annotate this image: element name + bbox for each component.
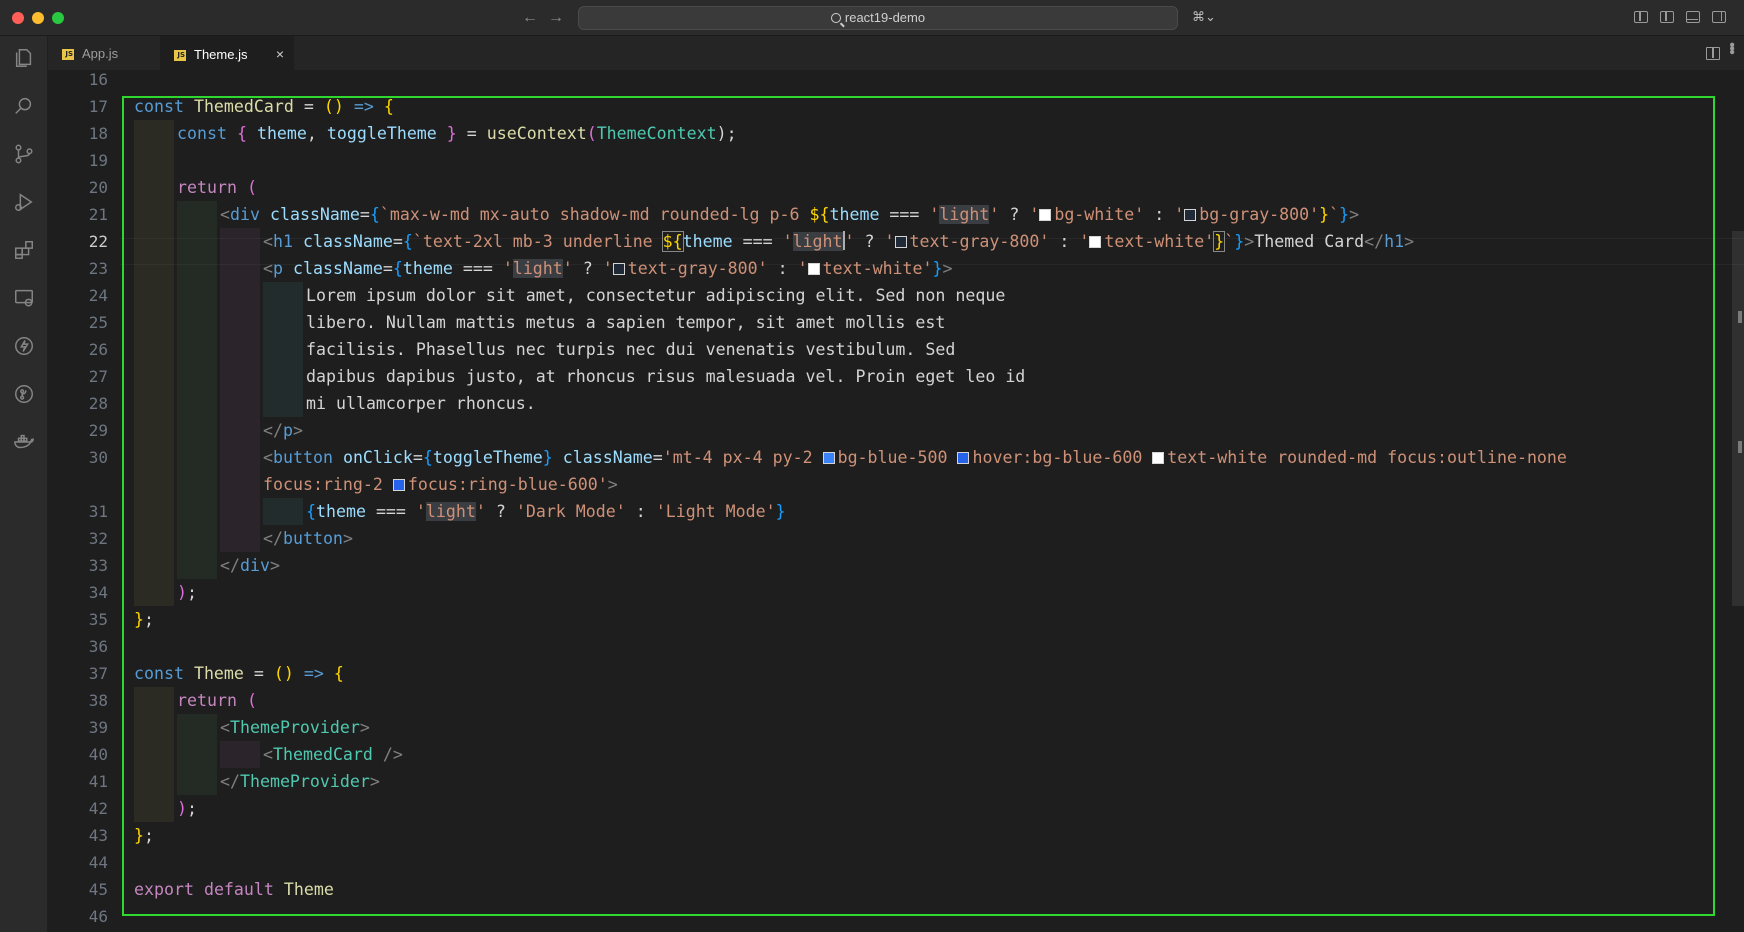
javascript-file-icon: JS: [62, 49, 74, 60]
more-actions-icon[interactable]: •••: [1722, 42, 1740, 53]
line-number: 17: [88, 97, 108, 116]
line-number: 36: [88, 637, 108, 656]
copilot-icon: ⌘: [1192, 9, 1205, 24]
line-number: 44: [88, 853, 108, 872]
command-center-search[interactable]: react19-demo: [578, 6, 1178, 30]
line-number: 43: [88, 826, 108, 845]
line-number: 23: [88, 259, 108, 278]
back-arrow-icon[interactable]: ←: [522, 8, 538, 28]
toggle-secondary-sidebar-icon[interactable]: [1712, 11, 1726, 23]
run-debug-icon[interactable]: [12, 190, 36, 214]
line-number: 28: [88, 394, 108, 413]
line-number: 42: [88, 799, 108, 818]
line-number: 20: [88, 178, 108, 197]
vertical-scrollbar[interactable]: [1732, 71, 1744, 932]
split-editor-icon[interactable]: [1706, 47, 1720, 60]
line-number: 25: [88, 313, 108, 332]
line-number: 16: [88, 71, 108, 89]
close-icon[interactable]: ×: [276, 37, 284, 72]
line-number: 19: [88, 151, 108, 170]
tab-label: Theme.js: [194, 47, 248, 62]
line-number: 24: [88, 286, 108, 305]
line-number: 33: [88, 556, 108, 575]
toggle-panel-icon[interactable]: [1686, 11, 1700, 23]
title-bar: ← → react19-demo ⌘⌄: [0, 0, 1744, 36]
overview-ruler-mark: [1738, 441, 1742, 453]
forward-arrow-icon[interactable]: →: [548, 8, 564, 28]
code-editor[interactable]: 16 17 18 19 20 21 22 23 24 25 26 27 28 29 30 31 32 33 34 35…: [48, 71, 1744, 932]
line-number: 18: [88, 124, 108, 143]
line-number: 30: [88, 448, 108, 467]
lightning-icon[interactable]: [12, 334, 36, 358]
highlight-annotation-box: [122, 96, 1715, 916]
line-number: 46: [88, 907, 108, 926]
line-number: 22: [88, 232, 108, 251]
line-number: 35: [88, 610, 108, 629]
docker-icon[interactable]: [12, 430, 36, 454]
tab-theme-js[interactable]: JS Theme.js ×: [160, 36, 294, 71]
maximize-window-button[interactable]: [52, 12, 64, 24]
search-icon[interactable]: [12, 94, 36, 118]
extensions-icon[interactable]: [12, 238, 36, 262]
line-number: 37: [88, 664, 108, 683]
remote-explorer-icon[interactable]: [12, 286, 36, 310]
line-number: 31: [88, 502, 108, 521]
explorer-icon[interactable]: [12, 46, 36, 70]
line-number: 40: [88, 745, 108, 764]
line-number: 29: [88, 421, 108, 440]
tab-app-js[interactable]: JS App.js: [48, 36, 160, 71]
customize-layout-icon[interactable]: [1634, 11, 1648, 23]
javascript-file-icon: JS: [174, 50, 186, 61]
line-number: 38: [88, 691, 108, 710]
search-text: react19-demo: [844, 10, 926, 25]
line-number: 34: [88, 583, 108, 602]
line-number: 21: [88, 205, 108, 224]
chevron-down-icon: ⌄: [1205, 9, 1216, 24]
tab-label: App.js: [82, 46, 119, 61]
toggle-primary-sidebar-icon[interactable]: [1660, 11, 1674, 23]
line-number: 32: [88, 529, 108, 548]
copilot-menu-button[interactable]: ⌘⌄: [1192, 9, 1216, 25]
overview-ruler-mark: [1738, 311, 1742, 323]
source-control-icon[interactable]: [12, 142, 36, 166]
line-number: 41: [88, 772, 108, 791]
line-number: [48, 471, 108, 498]
activity-bar: [0, 36, 48, 932]
minimize-window-button[interactable]: [32, 12, 44, 24]
scrollbar-thumb[interactable]: [1732, 231, 1744, 606]
editor-tab-bar: JS App.js JS Theme.js × •••: [48, 36, 1744, 71]
git-graph-icon[interactable]: [12, 382, 36, 406]
line-number: 45: [88, 880, 108, 899]
line-number: 26: [88, 340, 108, 359]
search-icon: [830, 13, 841, 23]
close-window-button[interactable]: [12, 12, 24, 24]
line-number: 27: [88, 367, 108, 386]
line-number: 39: [88, 718, 108, 737]
